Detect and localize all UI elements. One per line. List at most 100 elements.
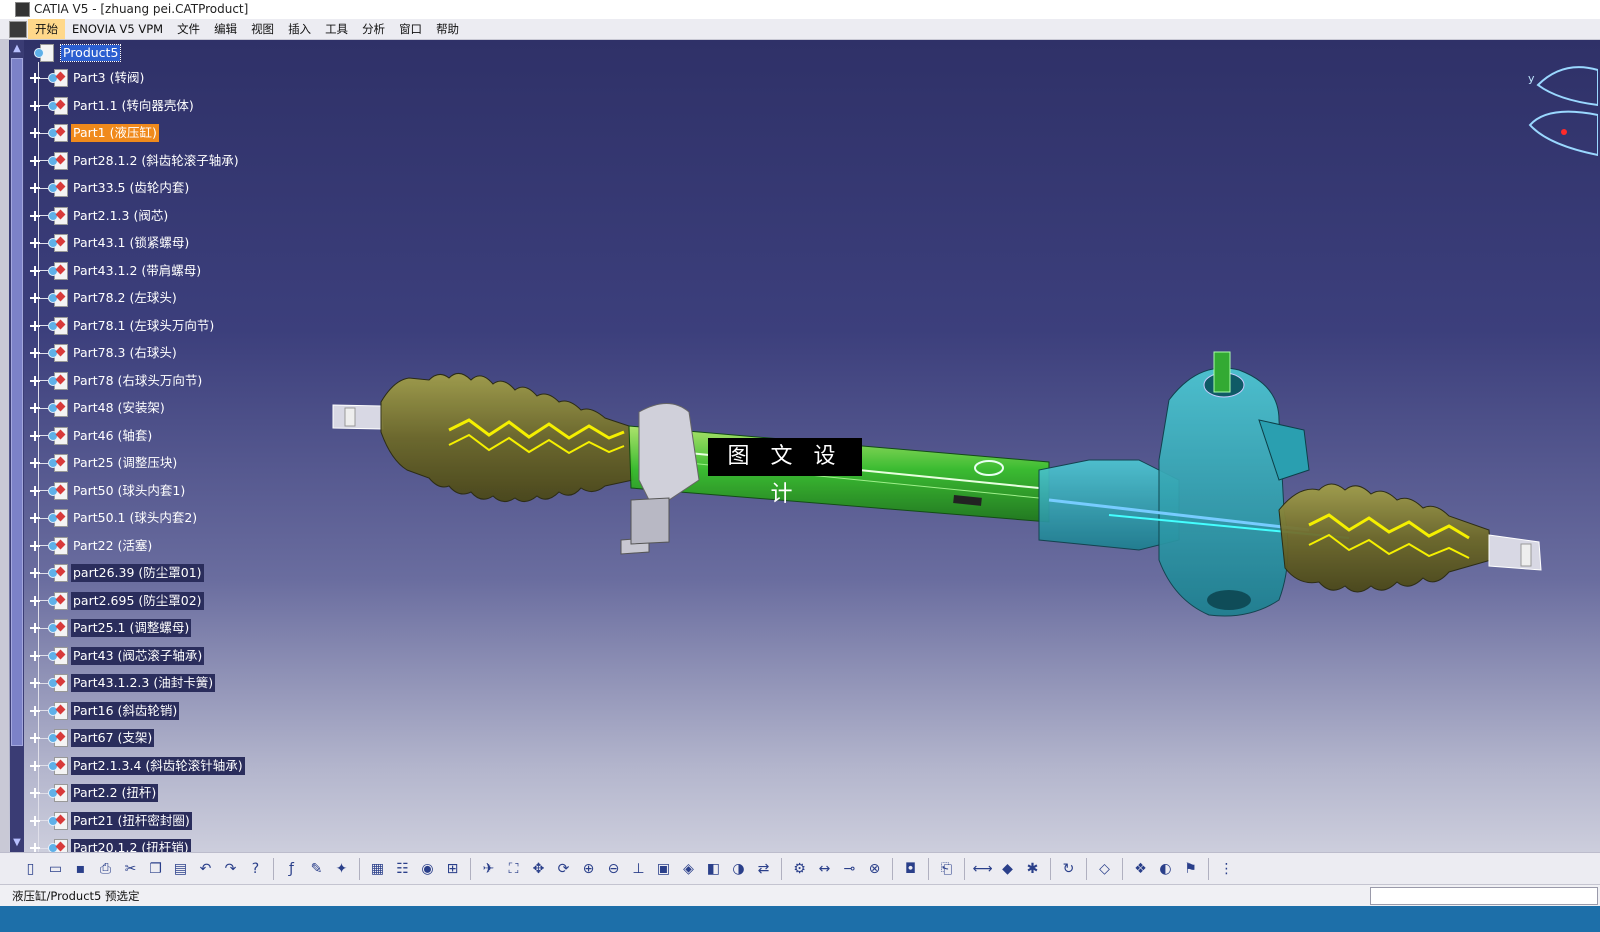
tree-scrollbar[interactable]: ▲ ▼	[10, 40, 24, 852]
comment-icon[interactable]: ✎	[306, 858, 328, 880]
right-dust-boot[interactable]	[1278, 483, 1492, 593]
hide-show-icon[interactable]: ◑	[728, 858, 750, 880]
capture-icon[interactable]: ◘	[900, 858, 922, 880]
expand-plus-icon[interactable]	[30, 788, 40, 798]
expand-plus-icon[interactable]	[30, 623, 40, 633]
expand-plus-icon[interactable]	[30, 128, 40, 138]
tree-node[interactable]: Part50.1 (球头内套2)	[26, 505, 199, 531]
paste-icon[interactable]: ▤	[170, 858, 192, 880]
open-icon[interactable]: ▭	[45, 858, 67, 880]
tree-node[interactable]: Part25 (调整压块)	[26, 450, 179, 476]
tree-node[interactable]: Part46 (轴套)	[26, 423, 154, 449]
tree-node[interactable]: Part1.1 (转向器壳体)	[26, 93, 196, 119]
expand-plus-icon[interactable]	[30, 540, 40, 551]
expand-plus-icon[interactable]	[30, 485, 40, 496]
pan-icon[interactable]: ✥	[528, 858, 550, 880]
scroll-thumb[interactable]	[11, 58, 23, 746]
expand-plus-icon[interactable]	[30, 100, 40, 111]
tree-node[interactable]: Part78.1 (左球头万向节)	[26, 313, 216, 339]
expand-plus-icon[interactable]	[30, 320, 40, 331]
zoom-out-icon[interactable]: ⊖	[603, 858, 625, 880]
menu-item[interactable]: 窗口	[392, 19, 429, 39]
scroll-up-arrow-icon[interactable]: ▲	[11, 42, 23, 56]
compass-widget[interactable]: y	[1518, 60, 1598, 160]
iso-view-icon[interactable]: ◈	[678, 858, 700, 880]
tree-node[interactable]: Part16 (斜齿轮销)	[26, 698, 180, 724]
rotate-icon[interactable]: ⟳	[553, 858, 575, 880]
publish-icon[interactable]: ⎗	[936, 858, 958, 880]
knowledge-icon[interactable]: ◉	[417, 858, 439, 880]
expand-plus-icon[interactable]	[30, 458, 40, 468]
expand-plus-icon[interactable]	[30, 568, 40, 578]
right-tie-rod-end[interactable]	[1488, 534, 1542, 571]
menu-item[interactable]: 文件	[170, 19, 207, 39]
tree-node[interactable]: Part43 (阀芯滚子轴承)	[26, 643, 205, 669]
expand-plus-icon[interactable]	[30, 155, 40, 166]
multi-view-icon[interactable]: ▣	[653, 858, 675, 880]
inertia-icon[interactable]: ◆	[997, 858, 1019, 880]
refresh-icon[interactable]: ↻	[1058, 858, 1080, 880]
tree-node[interactable]: Part1 (液压缸)	[26, 120, 159, 146]
tree-node[interactable]: Part25.1 (调整螺母)	[26, 615, 192, 641]
expand-plus-icon[interactable]	[30, 265, 40, 276]
menu-item[interactable]: 插入	[281, 19, 318, 39]
sectioning-icon[interactable]: ◐	[1155, 858, 1177, 880]
expand-plus-icon[interactable]	[30, 705, 40, 716]
cut-icon[interactable]: ✂	[120, 858, 142, 880]
print-icon[interactable]: ⎙	[95, 858, 117, 880]
tree-node[interactable]: Part43.1.2.3 (油封卡簧)	[26, 670, 216, 696]
tree-node[interactable]: Part20.1.2 (扭杆销)	[26, 835, 191, 852]
tree-node[interactable]: Part22 (活塞)	[26, 533, 154, 559]
copy-icon[interactable]: ❐	[145, 858, 167, 880]
tree-node[interactable]: Part2.1.3.4 (斜齿轮滚针轴承)	[26, 753, 245, 779]
tree-node[interactable]: Part78 (右球头万向节)	[26, 368, 204, 394]
menu-item[interactable]: 工具	[318, 19, 355, 39]
tree-node[interactable]: Part33.5 (齿轮内套)	[26, 175, 191, 201]
swap-space-icon[interactable]: ⇄	[753, 858, 775, 880]
expand-plus-icon[interactable]	[30, 760, 40, 771]
fit-all-icon[interactable]: ⛶	[503, 858, 525, 880]
menu-item[interactable]: 视图	[244, 19, 281, 39]
move-icon[interactable]: ↔	[814, 858, 836, 880]
tree-node[interactable]: Part48 (安装架)	[26, 395, 167, 421]
expand-plus-icon[interactable]	[30, 238, 40, 248]
tree-node[interactable]: Part43.1 (锁紧螺母)	[26, 230, 191, 256]
menu-item[interactable]: ENOVIA V5 VPM	[65, 19, 170, 39]
snap-icon[interactable]: ⊸	[839, 858, 861, 880]
clash-icon[interactable]: ✱	[1022, 858, 1044, 880]
tree-node[interactable]: Part43.1.2 (带肩螺母)	[26, 258, 203, 284]
apply-material-icon[interactable]: ◇	[1094, 858, 1116, 880]
menu-item[interactable]: 分析	[355, 19, 392, 39]
expand-plus-icon[interactable]	[30, 375, 40, 386]
grid-icon[interactable]: ⋮	[1216, 858, 1238, 880]
expand-plus-icon[interactable]	[30, 815, 40, 826]
tree-node[interactable]: Part3 (转阀)	[26, 65, 146, 91]
measure-icon[interactable]: ⟷	[972, 858, 994, 880]
analysis-icon[interactable]: ⚑	[1180, 858, 1202, 880]
tree-node[interactable]: Part78.2 (左球头)	[26, 285, 179, 311]
tree-node[interactable]: Part21 (扭杆密封圈)	[26, 808, 192, 834]
expand-plus-icon[interactable]	[30, 595, 40, 606]
expand-plus-icon[interactable]	[30, 348, 40, 358]
expand-plus-icon[interactable]	[30, 650, 40, 661]
catalog-icon[interactable]: ☷	[392, 858, 414, 880]
expand-plus-icon[interactable]	[30, 843, 40, 852]
tree-node[interactable]: part2.695 (防尘罩02)	[26, 588, 204, 614]
constraint-icon[interactable]: ⊗	[864, 858, 886, 880]
zoom-in-icon[interactable]: ⊕	[578, 858, 600, 880]
expand-plus-icon[interactable]	[30, 430, 40, 441]
menu-item[interactable]: 帮助	[429, 19, 466, 39]
new-icon[interactable]: ▯	[20, 858, 42, 880]
formula-icon[interactable]: ƒ	[281, 858, 303, 880]
tree-node[interactable]: Part78.3 (右球头)	[26, 340, 179, 366]
scene-icon[interactable]: ❖	[1130, 858, 1152, 880]
expand-plus-icon[interactable]	[30, 293, 40, 303]
expand-plus-icon[interactable]	[30, 733, 40, 743]
expand-plus-icon[interactable]	[30, 403, 40, 413]
tree-node[interactable]: Part50 (球头内套1)	[26, 478, 187, 504]
fly-icon[interactable]: ✈	[478, 858, 500, 880]
tree-icon[interactable]: ⊞	[442, 858, 464, 880]
expand-plus-icon[interactable]	[30, 513, 40, 523]
light-icon[interactable]: ✦	[331, 858, 353, 880]
document-icon[interactable]	[9, 21, 27, 38]
